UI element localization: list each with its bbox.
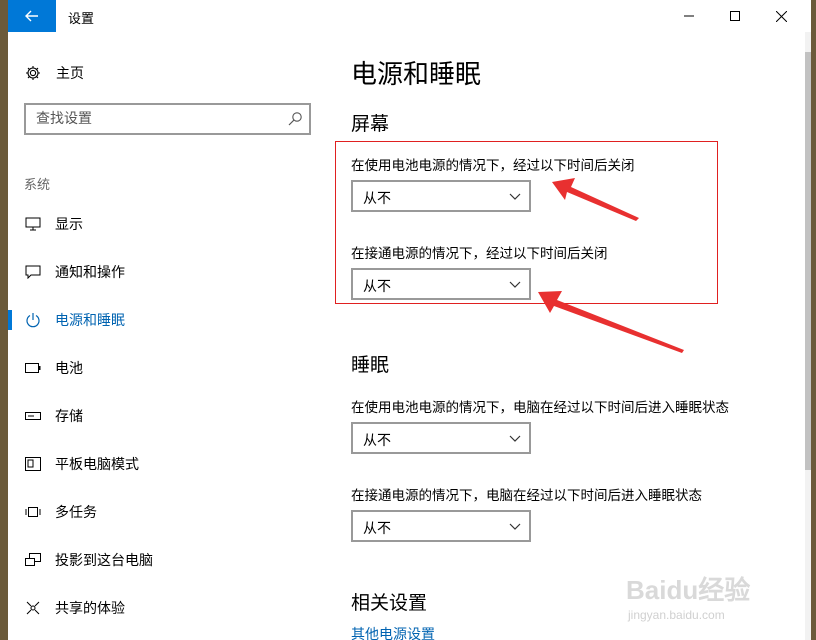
power-icon — [24, 311, 42, 329]
sidebar-item-project[interactable]: 投影到这台电脑 — [8, 540, 328, 580]
sleep-battery-label: 在使用电池电源的情况下，电脑在经过以下时间后进入睡眠状态 — [351, 400, 729, 416]
sleep-plugged-label: 在接通电源的情况下，电脑在经过以下时间后进入睡眠状态 — [351, 488, 702, 504]
sidebar-item-label: 共享的体验 — [55, 601, 125, 617]
scrollbar[interactable] — [805, 32, 811, 640]
multitasking-icon — [24, 503, 42, 521]
title-bar: 设置 — [8, 0, 811, 32]
scrollbar-thumb[interactable] — [805, 52, 811, 470]
search-box[interactable] — [24, 103, 311, 135]
sidebar-item-label: 电源和睡眠 — [55, 313, 125, 329]
sidebar-item-label: 显示 — [55, 217, 83, 233]
page-title: 电源和睡眠 — [351, 60, 482, 90]
sleep-plugged-dropdown[interactable]: 从不 — [351, 510, 531, 542]
dropdown-value: 从不 — [363, 521, 391, 537]
back-button[interactable] — [8, 0, 56, 32]
sidebar-item-storage[interactable]: 存储 — [8, 396, 328, 436]
dropdown-value: 从不 — [363, 433, 391, 449]
shared-experience-icon — [24, 599, 42, 617]
project-icon — [24, 551, 42, 569]
close-icon — [775, 10, 787, 22]
settings-window: 设置 主页 查找设置 系统 显示 通知和操作 电源和睡眠 电池 存储 平板电脑模… — [8, 0, 811, 640]
home-link[interactable]: 主页 — [24, 62, 84, 84]
chevron-down-icon — [509, 435, 521, 442]
gear-icon — [24, 64, 42, 82]
notification-icon — [24, 263, 42, 281]
storage-icon — [24, 407, 42, 425]
main-content: 电源和睡眠 屏幕 在使用电池电源的情况下，经过以下时间后关闭 从不 在接通电源的… — [351, 32, 791, 640]
sidebar-item-power-sleep[interactable]: 电源和睡眠 — [8, 300, 328, 340]
sleep-battery-dropdown[interactable]: 从不 — [351, 422, 531, 454]
sidebar-item-tablet-mode[interactable]: 平板电脑模式 — [8, 444, 328, 484]
monitor-icon — [24, 215, 42, 233]
screen-heading: 屏幕 — [351, 113, 390, 135]
sidebar-item-shared-experiences[interactable]: 共享的体验 — [8, 588, 328, 628]
section-label-system: 系统 — [24, 178, 51, 193]
baidu-watermark: Baidu经验 jingyan.baidu.com — [620, 570, 780, 630]
minimize-icon — [684, 15, 694, 17]
watermark-url: jingyan.baidu.com — [628, 608, 725, 622]
battery-icon — [24, 359, 42, 377]
sidebar-item-label: 存储 — [55, 409, 83, 425]
sidebar-item-display[interactable]: 显示 — [8, 204, 328, 244]
search-input[interactable] — [26, 105, 286, 133]
sidebar-item-multitasking[interactable]: 多任务 — [8, 492, 328, 532]
related-settings-heading: 相关设置 — [351, 592, 428, 614]
sidebar: 主页 系统 显示 通知和操作 电源和睡眠 — [8, 32, 328, 640]
tablet-mode-icon — [24, 455, 42, 473]
window-title: 设置 — [68, 12, 95, 27]
chevron-down-icon — [509, 523, 521, 530]
close-button[interactable] — [758, 0, 804, 32]
sidebar-item-label: 通知和操作 — [55, 265, 125, 281]
active-indicator — [8, 310, 12, 330]
arrow-left-icon — [25, 10, 38, 22]
watermark-logo: Baidu经验 — [626, 575, 751, 605]
sidebar-item-label: 平板电脑模式 — [55, 457, 139, 473]
sidebar-item-label: 投影到这台电脑 — [55, 553, 153, 569]
sidebar-item-label: 电池 — [55, 361, 83, 377]
annotation-highlight-box — [335, 141, 718, 304]
sidebar-item-label: 多任务 — [55, 505, 97, 521]
sidebar-item-battery[interactable]: 电池 — [8, 348, 328, 388]
home-label: 主页 — [56, 66, 84, 82]
sidebar-item-notifications[interactable]: 通知和操作 — [8, 252, 328, 292]
minimize-button[interactable] — [666, 0, 712, 32]
maximize-button[interactable] — [712, 0, 758, 32]
maximize-icon — [730, 11, 740, 21]
sleep-heading: 睡眠 — [351, 354, 390, 376]
additional-power-settings-link[interactable]: 其他电源设置 — [351, 624, 435, 640]
search-icon[interactable] — [287, 111, 303, 127]
